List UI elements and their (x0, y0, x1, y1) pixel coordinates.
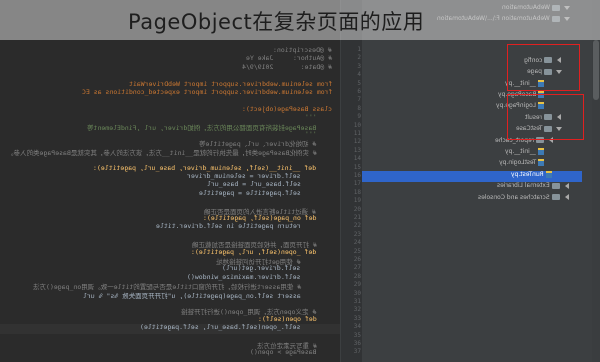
chevron-right-icon[interactable] (565, 182, 569, 189)
tree-item[interactable]: __init__.py (362, 148, 582, 159)
line-number: 8 (357, 104, 361, 112)
title-banner: PageObject在复杂页面的应用 (0, 0, 600, 40)
line-number: 32 (353, 306, 361, 314)
line-number: 21 (353, 214, 361, 221)
line-number: 11 (353, 130, 361, 137)
code-line: def _open(self, url, pagetitle): (191, 247, 332, 256)
code-line: assert self.on_page(pagetitle), u"打开开页面失… (83, 291, 332, 300)
line-number: 25 (353, 247, 361, 255)
line-number: 27 (353, 264, 361, 272)
folder-icon (552, 194, 560, 201)
line-number: 2 (357, 54, 361, 62)
code-line: # @Author: Jake Ye (245, 54, 332, 63)
chevron-right-icon[interactable] (565, 194, 569, 201)
line-number: 33 (353, 314, 361, 322)
line-number: 18 (353, 188, 361, 196)
tree-item[interactable]: TestLogin.py (362, 159, 582, 170)
line-number-gutter: 1 2 3 4 5 6 7 8 9 10 11 12 13 14 15 16 17 18 19 20 21 22 23 24 2… (340, 0, 363, 362)
tree-item[interactable]: Scratches and Consoles (362, 194, 582, 205)
code-line: self._open(self.base_url, self.pagetitle… (140, 323, 332, 332)
line-number: 6 (357, 88, 361, 95)
tree-item-label: TestLogin.py (498, 159, 536, 167)
line-number: 19 (353, 197, 361, 205)
line-number: 37 (353, 348, 361, 356)
line-number: 15 (353, 163, 361, 171)
line-number: 3 (357, 62, 361, 70)
line-number: 17 (353, 180, 361, 188)
code-line: BasePage封装所有页面都公用的方法，例如driver, url ,Find… (87, 123, 332, 132)
line-number: 23 (353, 230, 361, 238)
line-number: 14 (353, 155, 361, 163)
code-line: self.driver.get(url) (222, 264, 332, 273)
line-number: 28 (353, 272, 361, 280)
code-line: self.base_url = base_url (206, 180, 332, 189)
code-line: def __init__(self, selenium_driver, base… (93, 163, 332, 172)
folder-icon (552, 182, 560, 189)
code-line: BasePage > open() (249, 348, 332, 357)
line-number: 16 (353, 172, 361, 179)
code-line: from selenium.webdriver.support import e… (81, 88, 332, 96)
line-number: 20 (353, 205, 361, 213)
code-line: return pagetitle in self.driver.title (155, 222, 332, 231)
line-number: 24 (353, 239, 361, 247)
python-file-icon (538, 159, 544, 167)
tree-item-label: External Libraries (497, 182, 550, 190)
line-number: 36 (353, 340, 361, 347)
scrollbar-thumb[interactable] (593, 40, 599, 100)
python-file-icon (546, 170, 552, 178)
page-title: PageObject在复杂页面的应用 (128, 10, 425, 34)
line-number: 22 (353, 222, 361, 230)
line-number: 5 (357, 79, 361, 87)
page-folder-highlight (507, 44, 580, 91)
code-line: def open(self): (257, 314, 332, 323)
line-number: 26 (353, 256, 361, 263)
code-line: ''' (304, 130, 332, 138)
python-file-icon (538, 148, 544, 155)
line-number: 10 (353, 121, 361, 129)
line-number: 7 (357, 96, 361, 104)
line-number: 13 (353, 146, 361, 154)
code-line: self.driver = selenium_driver (187, 172, 332, 180)
line-number: 4 (357, 71, 361, 79)
code-line: # @Date: 2019/9/4 (241, 62, 332, 71)
code-line: self.pagetitle = pagetitle (198, 188, 332, 197)
line-number: 12 (353, 138, 361, 146)
tree-item-label: __init__.py (505, 148, 536, 155)
code-line: # 实例化BasePage类时，最先执行的就是__init__方法，该方法的入参… (6, 148, 332, 157)
code-line: from selenium.webdriver.support import W… (128, 79, 333, 88)
code-line: ''' (304, 113, 332, 122)
line-number: 29 (353, 281, 361, 289)
line-number: 34 (353, 323, 361, 331)
line-number: 30 (353, 289, 361, 297)
tree-item[interactable]: External Libraries (362, 182, 582, 193)
tree-item[interactable]: RunTest.py (362, 170, 582, 182)
tree-item-label: Scratches and Consoles (478, 193, 550, 201)
testcase-folder-highlight (507, 94, 584, 140)
tree-item-label: RunTest.py (511, 170, 544, 178)
code-line: class BasePage(object): (241, 104, 332, 113)
line-number: 1 (357, 46, 361, 53)
line-number: 9 (357, 113, 361, 121)
code-editor[interactable]: 1 2 3 4 5 6 7 8 9 10 11 12 13 14 15 16 17 18 19 20 21 22 23 24 2… (0, 0, 363, 362)
code-line: def on_page(self, pagetitle): (202, 214, 332, 222)
line-number: 35 (353, 331, 361, 339)
code-line: self.driver.maximize_window() (187, 272, 332, 281)
line-number: 31 (353, 298, 361, 305)
code-line: # @Description: (273, 46, 332, 54)
